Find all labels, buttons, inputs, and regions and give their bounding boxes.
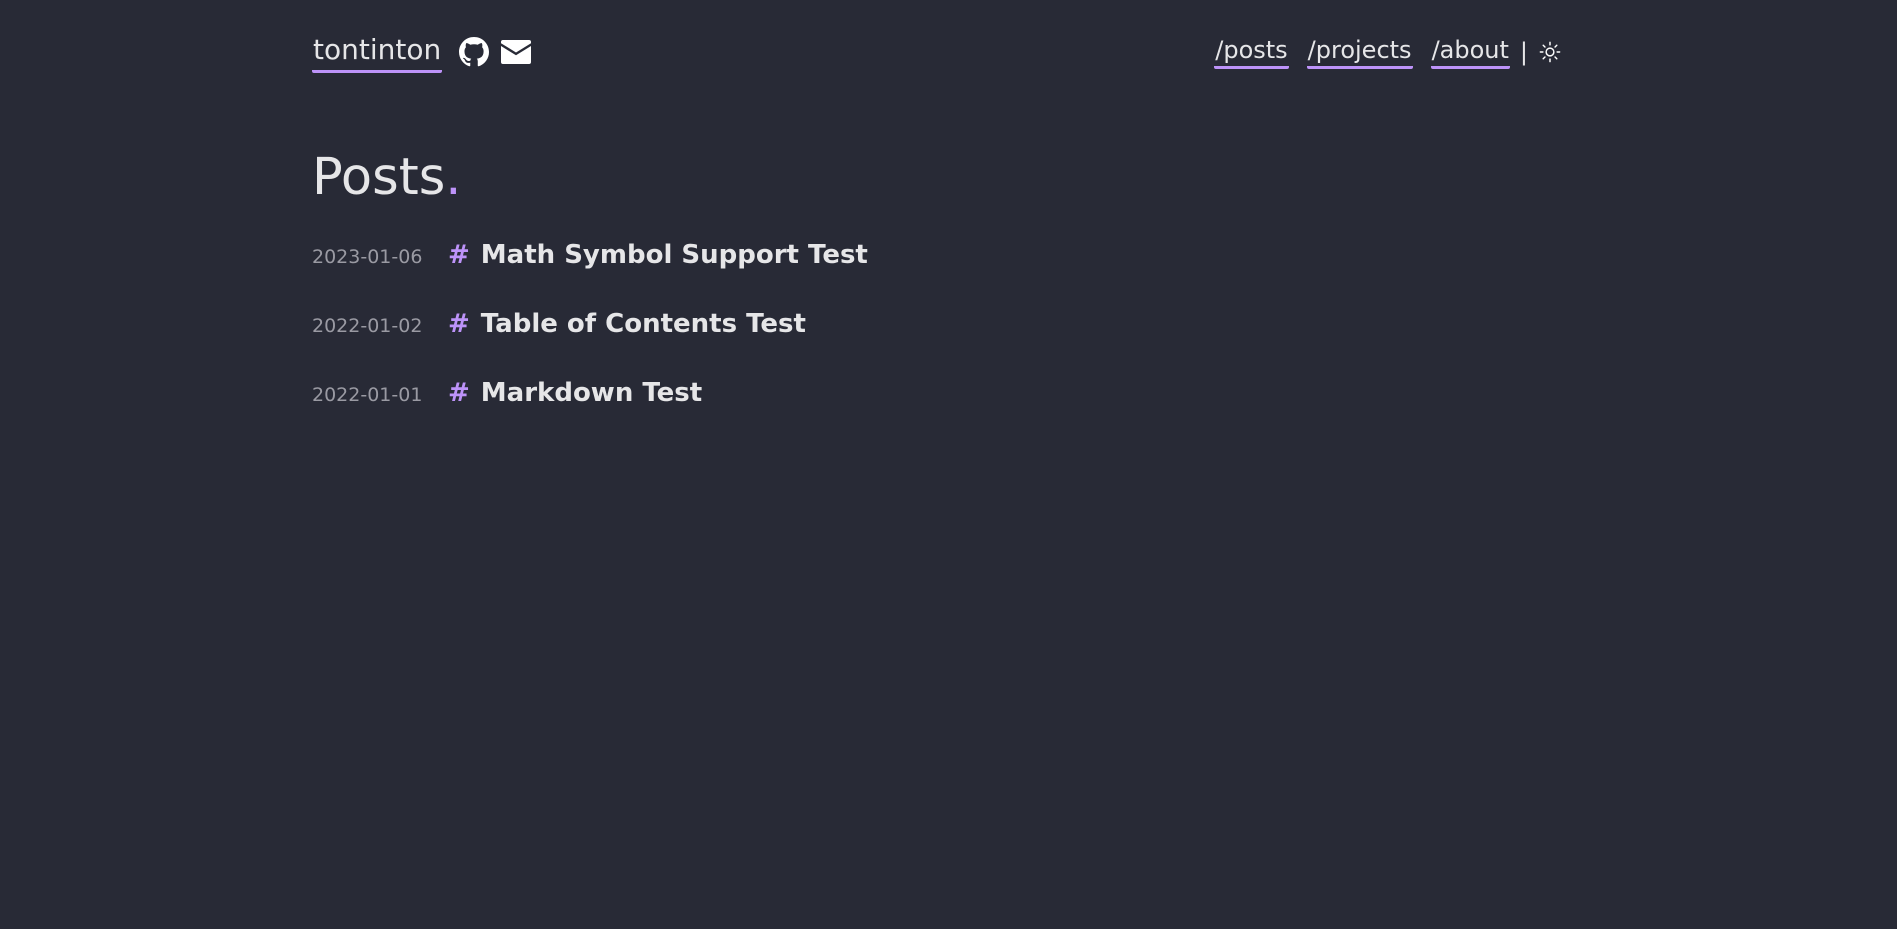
page-title: Posts. [312,148,462,208]
post-title-link[interactable]: Table of Contents Test [481,309,806,339]
envelope-icon[interactable] [501,37,532,67]
post-hash: # [448,240,470,270]
github-icon[interactable] [459,36,490,67]
post-title-link[interactable]: Math Symbol Support Test [481,240,868,270]
brand: tontinton [312,30,532,73]
post-hash: # [448,309,470,339]
page: tontinton /posts /projects /about | Post… [0,0,1897,929]
post-list: 2023-01-06 # Math Symbol Support Test 20… [312,240,868,447]
main-nav: /posts /projects /about | [1196,34,1562,69]
post-date: 2023-01-06 [312,246,423,268]
page-title-accent: . [445,148,462,207]
nav-link-about[interactable]: /about [1430,34,1510,69]
post-hash: # [448,378,470,408]
page-title-text: Posts [312,148,446,207]
nav-separator: | [1519,37,1528,66]
nav-link-projects[interactable]: /projects [1306,34,1413,69]
post-date: 2022-01-02 [312,315,423,337]
nav-link-posts[interactable]: /posts [1214,34,1289,69]
site-title-link[interactable]: tontinton [312,30,443,73]
post-list-item: 2022-01-01 # Markdown Test [312,378,868,447]
sun-icon[interactable] [1538,40,1562,64]
post-list-item: 2022-01-02 # Table of Contents Test [312,309,868,378]
site-header: tontinton /posts /projects /about | [312,30,1562,74]
post-date: 2022-01-01 [312,384,423,406]
post-list-item: 2023-01-06 # Math Symbol Support Test [312,240,868,309]
post-title-link[interactable]: Markdown Test [481,378,702,408]
